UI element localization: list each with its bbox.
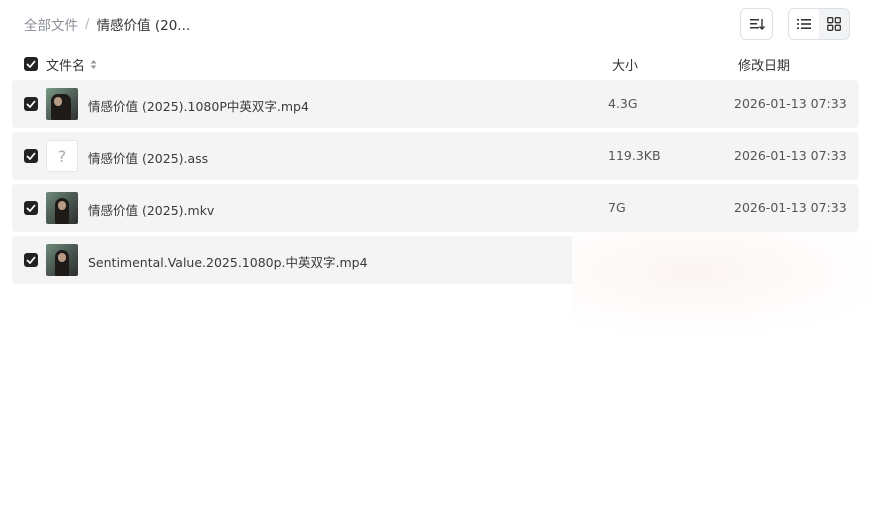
sort-caret-icon: [90, 60, 97, 69]
row-checkbox[interactable]: [24, 253, 38, 267]
breadcrumb: 全部文件 / 情感价值 (20...: [24, 14, 190, 34]
check-icon: [26, 204, 36, 212]
file-name[interactable]: 情感价值 (2025).1080P中英双字.mp4: [88, 96, 309, 115]
row-checkbox[interactable]: [24, 149, 38, 163]
video-thumbnail: [46, 192, 78, 224]
file-date: 2026-01-13 07:33: [734, 148, 847, 163]
file-size: 4.3G: [608, 96, 638, 111]
file-row[interactable]: 情感价值 (2025).mkv 7G 2026-01-13 07:33: [12, 184, 859, 232]
unknown-file-glyph: ?: [46, 140, 78, 172]
date-column-header[interactable]: 修改日期: [738, 55, 790, 74]
row-checkbox[interactable]: [24, 201, 38, 215]
select-all-checkbox[interactable]: [24, 57, 38, 71]
list-view-icon: [797, 19, 811, 29]
view-toggle: [788, 8, 850, 40]
unknown-file-icon: ?: [46, 140, 78, 172]
sort-icon: [749, 19, 765, 30]
size-column-header[interactable]: 大小: [612, 55, 638, 74]
grid-view-button[interactable]: [819, 9, 849, 39]
table-header: 文件名 大小 修改日期: [12, 50, 859, 78]
name-column-header[interactable]: 文件名: [46, 55, 97, 74]
check-icon: [26, 256, 36, 264]
check-icon: [26, 60, 36, 68]
name-header-label: 文件名: [46, 59, 86, 74]
file-date: 2026-01-13 07:33: [734, 200, 847, 215]
breadcrumb-root[interactable]: 全部文件: [24, 14, 78, 34]
file-size: 119.3KB: [608, 148, 661, 163]
sort-button[interactable]: [740, 8, 773, 40]
file-browser: 全部文件 / 情感价值 (20... 文件名 大小 修改日期 情感价值 (202…: [0, 0, 874, 514]
grid-view-icon: [827, 17, 841, 31]
file-row[interactable]: Sentimental.Value.2025.1080p.中英双字.mp4: [12, 236, 859, 284]
file-row[interactable]: ? 情感价值 (2025).ass 119.3KB 2026-01-13 07:…: [12, 132, 859, 180]
file-row[interactable]: 情感价值 (2025).1080P中英双字.mp4 4.3G 2026-01-1…: [12, 80, 859, 128]
video-thumbnail: [46, 244, 78, 276]
file-name[interactable]: Sentimental.Value.2025.1080p.中英双字.mp4: [88, 252, 368, 271]
video-thumbnail: [46, 88, 78, 120]
list-view-button[interactable]: [789, 9, 819, 39]
row-checkbox[interactable]: [24, 97, 38, 111]
breadcrumb-current: 情感价值 (20...: [96, 18, 191, 34]
file-name[interactable]: 情感价值 (2025).ass: [88, 148, 208, 167]
file-name[interactable]: 情感价值 (2025).mkv: [88, 200, 214, 219]
file-date: 2026-01-13 07:33: [734, 96, 847, 111]
check-icon: [26, 100, 36, 108]
breadcrumb-separator: /: [85, 16, 90, 32]
check-icon: [26, 152, 36, 160]
file-size: 7G: [608, 200, 626, 215]
